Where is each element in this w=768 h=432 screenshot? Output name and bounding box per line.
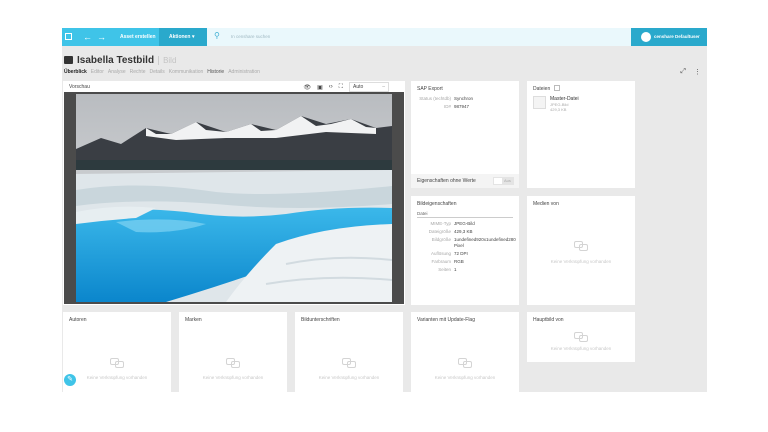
add-file-icon[interactable] — [554, 85, 560, 91]
sap-row-key: ID# — [443, 104, 451, 109]
brands-panel: Marken Keine Verknüpfung vorhanden — [179, 312, 287, 392]
empty-message: Keine Verknüpfung vorhanden — [86, 375, 148, 380]
preview-toolbar: 👁 ▣ ‹› ⛶ Auto — [304, 82, 389, 92]
media-of-panel: Medien von Keine Verknüpfung vorhanden — [527, 196, 635, 305]
page-title: Isabella Testbild Bild — [64, 54, 176, 66]
panel-title: Bildunterschriften — [301, 317, 340, 323]
sap-row-value: 987947 — [454, 104, 470, 109]
sap-row-value: Synchron — [454, 96, 474, 101]
zoom-select[interactable]: Auto — [349, 82, 389, 92]
more-vertical-icon[interactable]: ⋮ — [694, 68, 701, 76]
link-icon — [574, 241, 588, 251]
panel-title: Eigenschaften ohne Werte — [417, 178, 476, 184]
edit-fab-icon[interactable]: ✎ — [64, 374, 76, 386]
arrow-left-icon[interactable]: ← — [83, 30, 92, 44]
create-asset-button[interactable]: Asset erstellen — [120, 28, 156, 46]
sidebar-toggle-icon[interactable] — [65, 33, 72, 40]
prop-key: Seiten — [438, 267, 451, 272]
panel-title: Hauptbild von — [533, 317, 564, 323]
prop-key: Dateigröße — [428, 229, 451, 234]
prop-key: Farbraum — [431, 259, 451, 264]
search-bar[interactable]: ⚲ In censhare suchen — [207, 28, 632, 46]
tab-history[interactable]: Historie — [207, 69, 224, 75]
tab-bar: Überblick Editor Analyse Rechte Details … — [64, 69, 264, 75]
empty-message: Keine Verknüpfung vorhanden — [550, 259, 612, 264]
tab-editor[interactable]: Editor — [91, 69, 104, 75]
code-icon[interactable]: ‹› — [329, 84, 333, 90]
asset-type: Bild — [158, 55, 176, 65]
panel-title: Marken — [185, 317, 202, 323]
prop-value: JPEG-Bild — [454, 221, 475, 226]
section-label: Datei — [417, 211, 428, 216]
image-properties-panel: Bildeigenschaften Datei MIME-Typ JPEG-Bi… — [411, 196, 519, 305]
prop-key: Auflösung — [430, 251, 451, 256]
link-icon — [574, 332, 588, 342]
panel-title: Medien von — [533, 201, 559, 207]
properties-without-values-panel: Eigenschaften ohne Werte Aus — [411, 174, 519, 188]
prop-key: Bildgröße — [431, 237, 451, 242]
prop-value: 72 DPI — [454, 251, 468, 256]
file-size: 429,3 KB — [550, 107, 567, 112]
empty-message: Keine Verknüpfung vorhanden — [318, 375, 380, 380]
tab-overview[interactable]: Überblick — [64, 69, 87, 75]
section-divider — [417, 217, 513, 218]
show-empty-toggle[interactable]: Aus — [493, 177, 514, 185]
sap-row-key: Status (techtdb) — [419, 96, 451, 101]
arrow-right-icon[interactable]: → — [97, 30, 106, 44]
user-icon — [641, 32, 651, 42]
link-icon — [110, 358, 124, 368]
image-icon — [64, 56, 73, 64]
crop-icon[interactable]: ▣ — [317, 84, 323, 91]
preview-panel: Vorschau 👁 ▣ ‹› ⛶ Auto — [63, 81, 405, 305]
empty-message: Keine Verknüpfung vorhanden — [550, 346, 612, 351]
files-panel: Dateien Master-Datei JPEG-Bild 429,3 KB — [527, 81, 635, 188]
file-thumbnail[interactable] — [533, 96, 546, 109]
panel-title: SAP Export — [417, 86, 443, 92]
main-image-of-panel: Hauptbild von Keine Verknüpfung vorhande… — [527, 312, 635, 362]
panel-title: Varianten mit Update-Flag — [417, 317, 475, 323]
link-icon — [226, 358, 240, 368]
fullscreen-icon[interactable]: ⛶ — [339, 84, 343, 91]
prop-value: 429,3 KB — [454, 229, 473, 234]
prop-value: 1 — [454, 267, 457, 272]
tab-analysis[interactable]: Analyse — [108, 69, 126, 75]
asset-title: Isabella Testbild — [77, 54, 155, 66]
panel-title: Autoren — [69, 317, 87, 323]
prop-key: MIME-Typ — [430, 221, 451, 226]
eye-icon[interactable]: 👁 — [304, 84, 312, 91]
actions-menu-button[interactable]: Aktionen ▾ — [159, 28, 207, 46]
empty-message: Keine Verknüpfung vorhanden — [434, 375, 496, 380]
app-window: ← → Asset erstellen Aktionen ▾ ⚲ In cens… — [62, 28, 707, 392]
actions-label: Aktionen — [169, 34, 191, 40]
panel-title: Dateien — [533, 86, 551, 92]
expand-icon[interactable]: ⤢ — [680, 68, 686, 76]
empty-message: Keine Verknüpfung vorhanden — [202, 375, 264, 380]
link-icon — [342, 358, 356, 368]
captions-panel: Bildunterschriften Keine Verknüpfung vor… — [295, 312, 403, 392]
top-bar: ← → Asset erstellen Aktionen ▾ ⚲ In cens… — [62, 28, 707, 46]
header-icons: ⤢ ⋮ — [680, 68, 701, 76]
link-icon — [458, 358, 472, 368]
panel-title: Bildeigenschaften — [417, 201, 457, 207]
variants-panel: Varianten mit Update-Flag Keine Verknüpf… — [411, 312, 519, 392]
tab-details[interactable]: Details — [150, 69, 165, 75]
prop-value: 1undefined920x1undefined280 Pixel — [454, 237, 516, 248]
authors-panel: Autoren Keine Verknüpfung vorhanden — [63, 312, 171, 392]
sap-export-panel: SAP Export Status (techtdb) Synchron ID#… — [411, 81, 519, 174]
user-menu[interactable]: censhare Defaultuser — [631, 28, 707, 46]
prop-value: RGB — [454, 259, 464, 264]
panel-title: Vorschau — [69, 84, 90, 90]
glacier-photo — [76, 94, 392, 302]
tab-rights[interactable]: Rechte — [130, 69, 146, 75]
search-icon[interactable]: ⚲ — [214, 31, 220, 40]
tab-communication[interactable]: Kommunikation — [169, 69, 203, 75]
tab-administration[interactable]: Administration — [228, 69, 260, 75]
caret-down-icon: ▾ — [192, 34, 195, 40]
user-name: censhare Defaultuser — [654, 34, 700, 39]
preview-image — [64, 92, 404, 304]
search-input[interactable]: In censhare suchen — [231, 28, 270, 46]
